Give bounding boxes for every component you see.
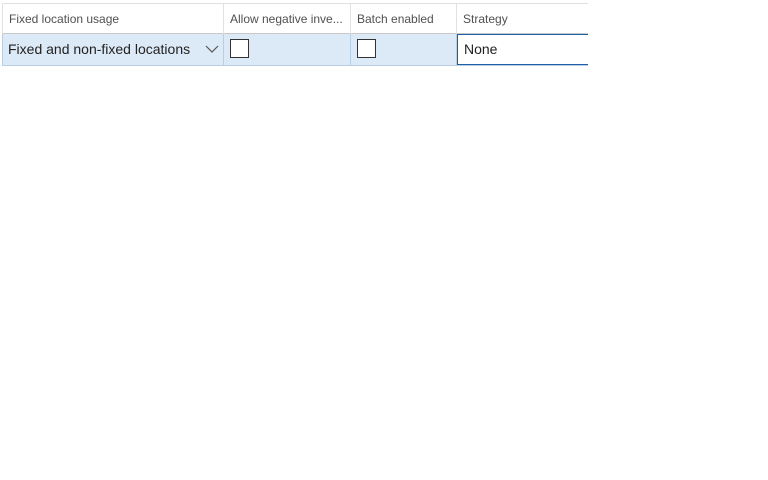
column-header-allow-negative-inventory[interactable]: Allow negative inve... [224, 4, 351, 34]
allow-negative-inventory-cell [224, 34, 351, 65]
batch-enabled-checkbox[interactable] [357, 39, 376, 58]
column-header-strategy[interactable]: Strategy [457, 4, 588, 34]
column-header-batch-enabled[interactable]: Batch enabled [351, 4, 457, 34]
fixed-location-usage-dropdown[interactable]: Fixed and non-fixed locations [3, 34, 224, 65]
allow-negative-inventory-checkbox[interactable] [230, 39, 249, 58]
fixed-location-usage-value: Fixed and non-fixed locations [8, 41, 191, 57]
strategy-input[interactable]: None [457, 34, 588, 65]
chevron-down-icon[interactable] [205, 42, 219, 56]
batch-enabled-cell [351, 34, 457, 65]
column-header-fixed-location-usage[interactable]: Fixed location usage [2, 4, 224, 34]
grid-header-row: Fixed location usage Allow negative inve… [2, 3, 588, 34]
table-row[interactable]: Fixed and non-fixed locations None [2, 34, 588, 66]
data-grid: Fixed location usage Allow negative inve… [2, 3, 588, 66]
strategy-cell: None [457, 34, 588, 65]
